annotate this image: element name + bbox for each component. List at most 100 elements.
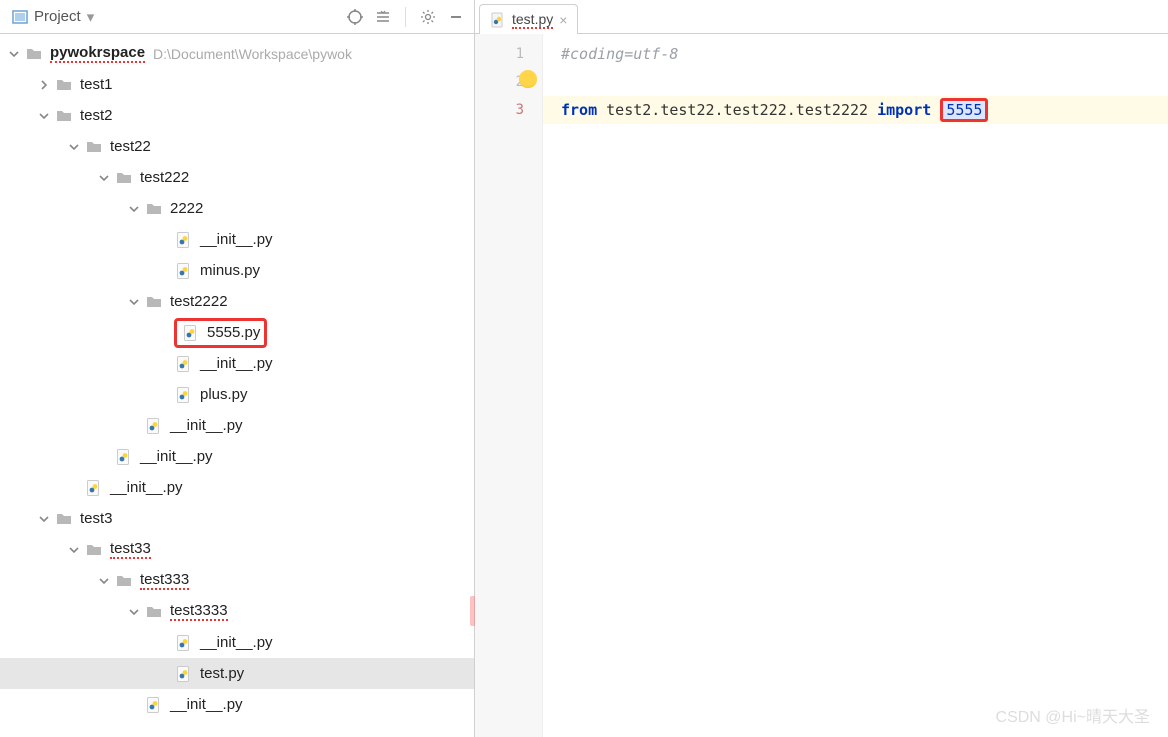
python-file-icon (174, 230, 194, 250)
tree-label: test33 (110, 540, 151, 559)
sidebar-title[interactable]: Project ▾ (6, 6, 100, 28)
chevron-down-icon[interactable] (126, 294, 142, 310)
tree-label: __init__.py (200, 634, 273, 651)
tree-label: test333 (140, 571, 189, 590)
python-file-icon (84, 478, 104, 498)
chevron-placeholder (126, 418, 142, 434)
python-file-icon (181, 323, 201, 343)
settings-button[interactable] (416, 5, 440, 29)
tree-label: test3333 (170, 602, 228, 621)
python-file-icon (144, 695, 164, 715)
token-keyword: from (561, 101, 597, 119)
python-file-icon (174, 385, 194, 405)
line-number: 3 (475, 96, 542, 124)
tree-file[interactable]: __init__.py (0, 472, 474, 503)
tree-file[interactable]: __init__.py (0, 348, 474, 379)
chevron-down-icon[interactable] (126, 201, 142, 217)
folder-icon (114, 168, 134, 188)
editor-pane: test.py × 123 #coding=utf-8 from test2.te… (475, 0, 1168, 737)
tree-label: __init__.py (200, 231, 273, 248)
code-line[interactable]: #coding=utf-8 (543, 40, 1168, 68)
folder-icon (84, 540, 104, 560)
token-keyword: import (877, 101, 931, 119)
folder-icon (144, 292, 164, 312)
chevron-right-icon[interactable] (36, 77, 52, 93)
python-file-icon (174, 633, 194, 653)
divider (405, 7, 406, 27)
highlight-box: 5555.py (174, 318, 267, 348)
folder-icon (54, 509, 74, 529)
tree-folder[interactable]: test2222 (0, 286, 474, 317)
chevron-down-icon[interactable] (96, 170, 112, 186)
tree-label: test222 (140, 169, 189, 186)
folder-icon (144, 199, 164, 219)
chevron-down-icon[interactable] (126, 604, 142, 620)
sidebar-header: Project ▾ (0, 0, 474, 34)
tree-folder[interactable]: test22 (0, 131, 474, 162)
tree-folder[interactable]: pywokrspaceD:\Document\Workspace\pywok (0, 38, 474, 69)
chevron-placeholder (126, 697, 142, 713)
tree-folder[interactable]: 2222 (0, 193, 474, 224)
python-file-icon (144, 416, 164, 436)
hide-button[interactable] (444, 5, 468, 29)
chevron-placeholder (156, 635, 172, 651)
tree-file[interactable]: __init__.py (0, 410, 474, 441)
chevron-down-icon[interactable] (6, 46, 22, 62)
tree-label: test3 (80, 510, 113, 527)
chevron-down-icon[interactable] (66, 139, 82, 155)
tree-label: test2222 (170, 293, 228, 310)
chevron-down-icon[interactable] (36, 511, 52, 527)
tree-label: 5555.py (207, 324, 260, 341)
tree-label: minus.py (200, 262, 260, 279)
tree-file[interactable]: 5555.py (0, 317, 474, 348)
folder-icon (84, 137, 104, 157)
folder-icon (54, 106, 74, 126)
code-line[interactable]: from test2.test22.test222.test2222 impor… (543, 96, 1168, 124)
token-import-target: 5555 (940, 98, 988, 122)
tree-file[interactable]: __init__.py (0, 224, 474, 255)
chevron-down-icon[interactable] (96, 573, 112, 589)
project-sidebar: Project ▾ pywokrspaceD:\Document\Workspa… (0, 0, 475, 737)
tab-test-py[interactable]: test.py × (479, 4, 578, 34)
chevron-placeholder (156, 263, 172, 279)
tree-file[interactable]: minus.py (0, 255, 474, 286)
project-tree[interactable]: pywokrspaceD:\Document\Workspace\pywok te… (0, 34, 474, 737)
tree-folder[interactable]: test2 (0, 100, 474, 131)
tree-label: test.py (200, 665, 244, 682)
tree-folder[interactable]: test333 (0, 565, 474, 596)
code-area[interactable]: 123 #coding=utf-8 from test2.test22.test2… (475, 34, 1168, 737)
tree-label: __init__.py (110, 479, 183, 496)
code-line[interactable] (543, 68, 1168, 96)
folder-icon (114, 571, 134, 591)
chevron-placeholder (156, 325, 172, 341)
close-icon[interactable]: × (559, 12, 567, 28)
tree-folder[interactable]: test3333 (0, 596, 474, 627)
locate-button[interactable] (343, 5, 367, 29)
token-comment: #coding=utf-8 (561, 45, 678, 63)
intention-bulb-icon[interactable] (519, 70, 537, 88)
python-file-icon (114, 447, 134, 467)
tree-file[interactable]: __init__.py (0, 441, 474, 472)
tree-file[interactable]: test.py (0, 658, 474, 689)
tree-folder[interactable]: test3 (0, 503, 474, 534)
tree-file[interactable]: __init__.py (0, 627, 474, 658)
tree-file[interactable]: __init__.py (0, 689, 474, 720)
tree-folder[interactable]: test222 (0, 162, 474, 193)
tree-label: 2222 (170, 200, 203, 217)
project-icon (12, 9, 28, 25)
chevron-placeholder (156, 356, 172, 372)
tree-file[interactable]: plus.py (0, 379, 474, 410)
tree-path-hint: D:\Document\Workspace\pywok (153, 46, 352, 62)
tree-folder[interactable]: test1 (0, 69, 474, 100)
chevron-down-icon[interactable] (66, 542, 82, 558)
folder-icon (24, 44, 44, 64)
python-file-icon (490, 12, 506, 28)
tree-label: __init__.py (200, 355, 273, 372)
python-file-icon (174, 664, 194, 684)
code-content[interactable]: #coding=utf-8 from test2.test22.test222.t… (543, 34, 1168, 737)
tree-folder[interactable]: test33 (0, 534, 474, 565)
tree-label: test1 (80, 76, 113, 93)
chevron-down-icon[interactable] (36, 108, 52, 124)
collapse-all-button[interactable] (371, 5, 395, 29)
gutter: 123 (475, 34, 543, 737)
